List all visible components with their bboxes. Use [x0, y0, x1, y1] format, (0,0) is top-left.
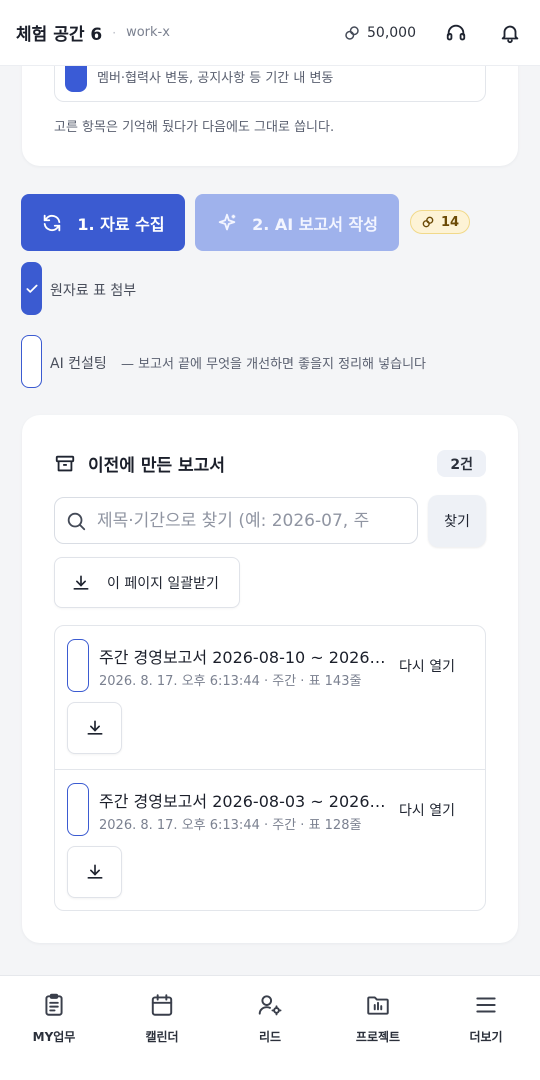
collect-data-button[interactable]: 1. 자료 수집 [21, 194, 185, 251]
download-icon [73, 575, 89, 590]
options-note: 고른 항목은 기억해 뒀다가 다음에도 그대로 씁니다. [54, 120, 335, 135]
report-meta: 2026. 8. 17. 오후 6:13:44 · 주간 · 표 143줄 [99, 674, 362, 689]
option-label: 멤버·협력사 변동, 공지사항 등 기간 내 변동 [97, 71, 334, 86]
title-separator: · [112, 25, 117, 40]
calendar-icon [151, 994, 173, 1016]
folder-chart-icon [367, 996, 389, 1015]
bell-icon [501, 25, 519, 43]
notifications-button[interactable] [496, 19, 524, 47]
report-meta: 2026. 8. 17. 오후 6:13:44 · 주간 · 표 128줄 [99, 818, 362, 833]
nav-label: MY업무 [32, 1030, 76, 1044]
report-row: 주간 경영보고서 2026-08-03 ~ 2026-08-09 2026. 8… [55, 769, 485, 910]
menu-icon [476, 997, 496, 1013]
workspace-title[interactable]: 체험 공간 6 [16, 20, 102, 45]
download-icon [87, 864, 102, 879]
nav-item-my-tasks[interactable]: MY업무 [0, 976, 108, 1080]
clipboard-icon [45, 993, 63, 1016]
nav-label: 리드 [258, 1030, 282, 1044]
previous-reports-title: 이전에 만든 보고서 [88, 456, 225, 476]
workspace-id: work-x [126, 25, 170, 40]
nav-item-projects[interactable]: 프로젝트 [324, 976, 432, 1080]
nav-label: 더보기 [469, 1030, 503, 1044]
ai-consult-hint: — 보고서 끝에 무엇을 개선하면 좋을지 정리해 넣습니다 [120, 357, 426, 372]
headset-icon [446, 24, 466, 40]
credit-cost-badge: 14 [410, 210, 471, 234]
report-select-checkbox[interactable] [67, 639, 89, 692]
report-list: 주간 경영보고서 2026-08-10 ~ 2026-08-16 2026. 8… [54, 625, 486, 911]
attach-raw-checkbox[interactable] [21, 262, 42, 315]
download-page-button[interactable]: 이 페이지 일괄받기 [54, 557, 240, 608]
user-gear-icon [258, 995, 282, 1016]
credit-cost: 14 [441, 214, 460, 230]
ai-consult-row[interactable]: AI 컨설팅 — 보고서 끝에 무엇을 개선하면 좋을지 정리해 넣습니다 [50, 353, 426, 373]
nav-item-leads[interactable]: 리드 [216, 976, 324, 1080]
attach-raw-label[interactable]: 원자료 표 첨부 [50, 280, 136, 300]
ai-consult-checkbox[interactable] [21, 335, 42, 388]
search-icon [67, 512, 86, 530]
bottom-navigation: MY업무 캘린더 리드 프로젝트 더보기 [0, 975, 540, 1080]
nav-item-more[interactable]: 더보기 [432, 976, 540, 1080]
download-icon [87, 720, 102, 735]
support-button[interactable] [442, 19, 470, 47]
report-select-checkbox[interactable] [67, 783, 89, 836]
report-title[interactable]: 주간 경영보고서 2026-08-03 ~ 2026-08-09 [99, 788, 389, 812]
coin-link-icon [345, 25, 359, 40]
write-ai-report-button[interactable]: 2. AI 보고서 작성 [195, 194, 399, 251]
previous-reports-header: 이전에 만든 보고서 [54, 451, 225, 476]
credit-balance[interactable]: 50,000 [343, 24, 416, 42]
reopen-button[interactable]: 다시 열기 [399, 800, 455, 820]
previous-reports-card: 이전에 만든 보고서 2건 찾기 이 페이지 일괄받기 주간 경영보고서 202… [22, 415, 518, 943]
coin-link-icon [422, 216, 434, 228]
check-icon [25, 284, 38, 293]
report-download-button[interactable] [67, 846, 122, 898]
report-download-button[interactable] [67, 702, 122, 754]
credit-amount: 50,000 [367, 24, 416, 41]
report-count-badge: 2건 [437, 450, 486, 477]
top-app-bar: 체험 공간 6 · work-x 50,000 [0, 0, 540, 66]
sparkle-icon [218, 213, 236, 230]
reopen-button[interactable]: 다시 열기 [399, 656, 455, 676]
ai-consult-label: AI 컨설팅 [50, 356, 107, 372]
find-button[interactable]: 찾기 [428, 495, 486, 547]
nav-item-calendar[interactable]: 캘린더 [108, 976, 216, 1080]
report-search-input[interactable] [97, 510, 417, 531]
write-ai-report-label: 2. AI 보고서 작성 [252, 214, 378, 234]
nav-label: 캘린더 [145, 1030, 179, 1044]
report-search-box[interactable] [54, 497, 418, 544]
refresh-icon [44, 214, 61, 231]
nav-label: 프로젝트 [355, 1030, 401, 1044]
report-row: 주간 경영보고서 2026-08-10 ~ 2026-08-16 2026. 8… [55, 626, 485, 769]
download-page-label: 이 페이지 일괄받기 [107, 575, 219, 592]
collect-data-label: 1. 자료 수집 [77, 214, 165, 234]
report-title[interactable]: 주간 경영보고서 2026-08-10 ~ 2026-08-16 [99, 644, 389, 668]
archive-icon [55, 455, 75, 471]
